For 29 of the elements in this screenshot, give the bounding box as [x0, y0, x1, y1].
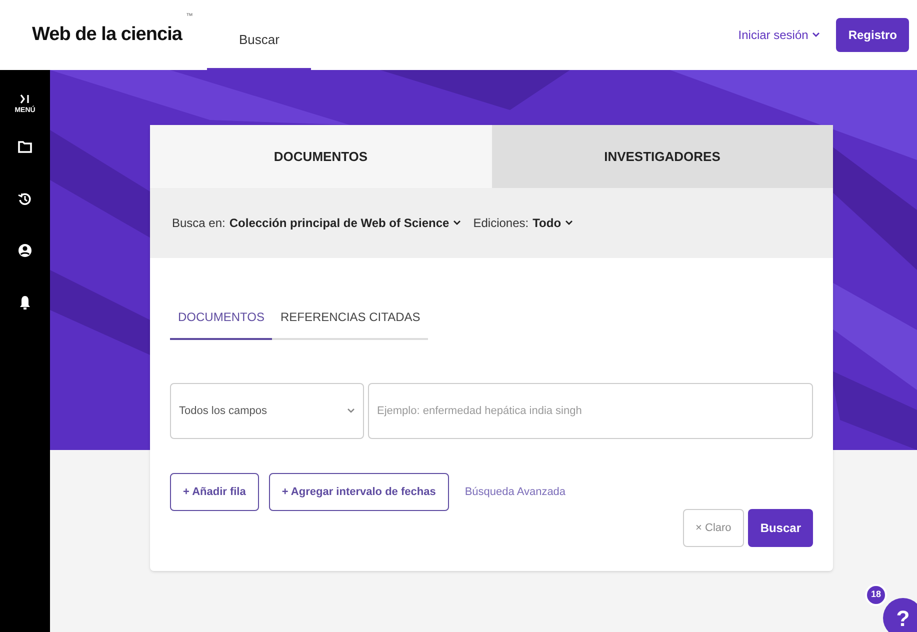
bell-icon[interactable]	[19, 295, 31, 310]
editions-label: Ediciones:	[473, 215, 529, 232]
notification-badge: 18	[865, 584, 887, 606]
advanced-search-link[interactable]: Búsqueda Avanzada	[464, 484, 566, 500]
expand-menu-icon[interactable]	[20, 94, 30, 104]
chevron-down-icon	[812, 32, 820, 38]
search-input[interactable]: Ejemplo: enfermedad hepática india singh	[368, 383, 813, 439]
chevron-down-icon	[565, 220, 574, 226]
add-row-button[interactable]: + Añadir fila	[170, 473, 259, 511]
help-button[interactable]: ?	[883, 598, 917, 632]
collection-dropdown[interactable]: Colección principal de Web of Science	[229, 214, 462, 232]
search-tab[interactable]: DOCUMENTOS	[150, 125, 492, 188]
editions-dropdown[interactable]: Todo	[532, 214, 574, 232]
document-type-tab[interactable]: REFERENCIAS CITADAS	[272, 308, 428, 340]
folder-icon[interactable]	[18, 140, 32, 153]
search-tab[interactable]: INVESTIGADORES	[492, 125, 833, 188]
field-select[interactable]: Todos los campos	[170, 383, 364, 439]
history-icon[interactable]	[18, 192, 32, 206]
add-date-range-button[interactable]: + Agregar intervalo de fechas	[268, 473, 449, 511]
user-icon[interactable]	[18, 243, 32, 258]
sign-in-link[interactable]: Iniciar sesión	[738, 26, 820, 44]
document-type-tab[interactable]: DOCUMENTOS	[170, 308, 272, 340]
search-in-label: Busca en:	[172, 215, 226, 232]
chevron-down-icon	[347, 408, 355, 414]
clear-button[interactable]: × Claro	[682, 509, 744, 547]
site-logo[interactable]: Web de la ciencia	[32, 20, 182, 50]
search-button[interactable]: Buscar	[748, 509, 813, 547]
chevron-down-icon	[453, 220, 462, 226]
register-button[interactable]: Registro	[836, 18, 909, 52]
